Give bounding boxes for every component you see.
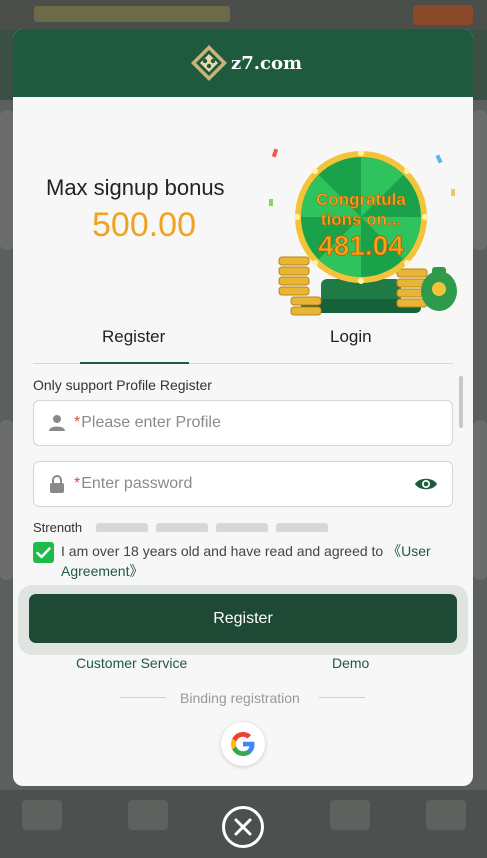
- active-tab-indicator: [80, 362, 189, 364]
- strength-label: Strength: [33, 522, 83, 532]
- background-card: [473, 110, 487, 250]
- strength-bar: [96, 523, 148, 532]
- promo-title: Max signup bonus: [46, 175, 225, 200]
- password-field[interactable]: *: [33, 461, 453, 507]
- tab-login[interactable]: Login: [330, 327, 372, 347]
- register-button[interactable]: Register: [29, 594, 457, 643]
- divider-right: [319, 697, 365, 698]
- background-top-bar: [0, 0, 487, 30]
- background-nav-tab: [330, 800, 370, 830]
- tab-register[interactable]: Register: [102, 327, 165, 347]
- google-icon: [231, 732, 255, 756]
- check-icon: [36, 546, 51, 558]
- agreement-row: I am over 18 years old and have read and…: [33, 541, 453, 581]
- binding-registration-label: Binding registration: [180, 690, 300, 706]
- background-nav-tab: [128, 800, 168, 830]
- form-scrollbar[interactable]: [459, 376, 463, 428]
- eye-icon[interactable]: [412, 473, 440, 495]
- divider-left: [120, 697, 166, 698]
- register-modal: z7.com Max signup bonus 500.00 Congratul…: [13, 29, 473, 786]
- background-button: [413, 5, 473, 25]
- password-strength: Strength: [33, 522, 353, 532]
- wheel-text-line2: tions on...: [321, 210, 401, 229]
- strength-bar: [276, 523, 328, 532]
- google-login-button[interactable]: [221, 722, 265, 766]
- background-nav-tab: [426, 800, 466, 830]
- prize-wheel-illustration: Congratula tions on... 481.04: [261, 129, 461, 319]
- required-mark: *: [74, 475, 81, 492]
- register-hint: Only support Profile Register: [33, 377, 212, 393]
- lock-icon: [46, 473, 68, 495]
- agreement-statement: I am over 18 years old and have read and…: [61, 543, 388, 559]
- required-mark: *: [74, 414, 81, 431]
- close-modal-button[interactable]: [222, 806, 264, 848]
- wheel-amount: 481.04: [318, 230, 404, 261]
- modal-header: z7.com: [13, 29, 473, 97]
- background-banner: [34, 6, 230, 22]
- site-logo: z7.com: [189, 43, 302, 83]
- auth-tabs: Register Login: [33, 319, 453, 364]
- background-card: [0, 110, 14, 250]
- strength-bar: [156, 523, 208, 532]
- background-card: [473, 420, 487, 580]
- customer-service-link[interactable]: Customer Service: [76, 655, 187, 671]
- demo-link[interactable]: Demo: [332, 655, 369, 671]
- close-icon: [234, 818, 252, 836]
- profile-input[interactable]: [81, 414, 452, 432]
- background-nav-tab: [22, 800, 62, 830]
- profile-field[interactable]: *: [33, 400, 453, 446]
- site-name: z7.com: [231, 52, 303, 74]
- user-icon: [46, 412, 68, 434]
- logo-diamond-icon: [189, 43, 229, 83]
- wheel-text-line1: Congratula: [316, 190, 406, 209]
- agreement-checkbox[interactable]: [33, 542, 54, 563]
- promo-amount: 500.00: [92, 206, 196, 244]
- background-card: [0, 420, 14, 580]
- strength-bar: [216, 523, 268, 532]
- agreement-text: I am over 18 years old and have read and…: [61, 541, 453, 581]
- password-input[interactable]: [81, 475, 412, 493]
